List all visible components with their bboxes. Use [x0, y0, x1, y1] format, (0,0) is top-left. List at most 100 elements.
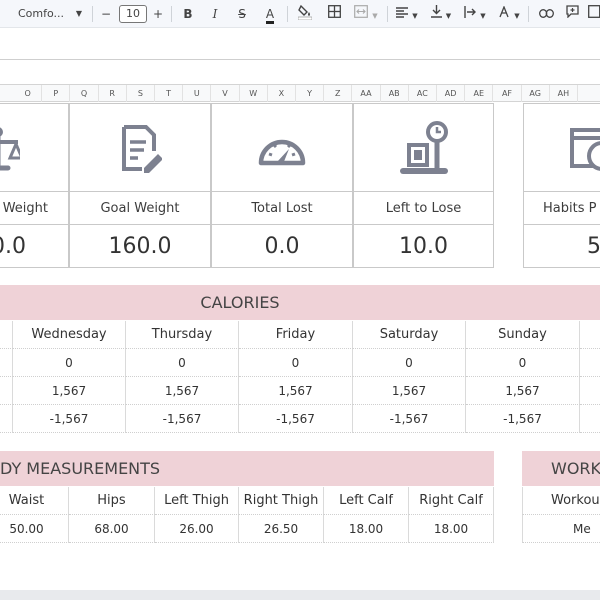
column-header[interactable]: U — [183, 85, 212, 102]
column-header[interactable]: R — [99, 85, 127, 102]
font-size-input[interactable]: 10 — [119, 5, 147, 23]
sheet-bottom-bar — [0, 590, 600, 600]
borders-icon[interactable] — [325, 4, 343, 24]
calorie-cell[interactable] — [0, 377, 13, 405]
chevron-down-icon: ▼ — [75, 9, 82, 18]
formula-area — [0, 28, 600, 60]
day-header[interactable]: Saturday — [353, 321, 466, 349]
workout-row: Me — [0, 515, 600, 543]
column-header[interactable]: AC — [409, 85, 437, 102]
decrease-font-size-button[interactable]: − — [99, 4, 113, 24]
column-header[interactable]: V — [211, 85, 240, 102]
calorie-cell[interactable]: -1,567 — [466, 405, 580, 433]
column-header[interactable]: P — [42, 85, 71, 102]
calorie-cell[interactable] — [0, 349, 13, 377]
calorie-cell[interactable]: 1,567 — [13, 377, 126, 405]
calorie-cell[interactable] — [0, 405, 13, 433]
calorie-cell[interactable]: -1,567 — [13, 405, 126, 433]
merge-cells-icon[interactable]: ▼ — [351, 4, 381, 24]
column-header[interactable]: AH — [550, 85, 578, 102]
stat-card: Weight0.0 — [0, 103, 69, 268]
calorie-cell[interactable]: 1,567 — [126, 377, 239, 405]
increase-font-size-button[interactable]: + — [151, 4, 165, 24]
calorie-cell[interactable] — [580, 405, 600, 433]
calorie-cell[interactable]: 1,567 — [239, 377, 353, 405]
toolbar-divider — [171, 6, 172, 22]
calorie-cell[interactable]: 0 — [466, 349, 580, 377]
workout-cell[interactable]: Me — [522, 515, 600, 543]
stat-value[interactable]: 0.0 — [212, 227, 352, 267]
day-header[interactable]: Sunday — [466, 321, 580, 349]
document-edit-icon — [70, 114, 210, 184]
day-header[interactable]: Friday — [239, 321, 353, 349]
calories-title: CALORIES — [200, 293, 280, 312]
calendar-clock-icon — [524, 114, 600, 184]
stat-value[interactable]: 160.0 — [70, 227, 210, 267]
column-header[interactable]: W — [240, 85, 268, 102]
calories-banner: CALORIES — [0, 285, 600, 320]
horizontal-align-icon[interactable]: ▼ — [394, 4, 420, 24]
stat-value[interactable]: 5 — [524, 227, 600, 267]
insert-chart-icon[interactable] — [588, 4, 600, 24]
spreadsheet-window: Comfo... ▼ − 10 + B I S A ▼ ▼ ▼ ▼ ▼ O P … — [0, 0, 600, 600]
column-header[interactable]: Z — [324, 85, 353, 102]
column-header[interactable]: AA — [352, 85, 381, 102]
day-header[interactable] — [580, 321, 600, 349]
toolbar-divider — [387, 6, 388, 22]
fill-color-icon[interactable] — [296, 4, 314, 24]
toolbar-divider — [528, 6, 529, 22]
toolbar-divider — [287, 6, 288, 22]
calorie-cell[interactable] — [580, 349, 600, 377]
formatting-toolbar: Comfo... ▼ − 10 + B I S A ▼ ▼ ▼ ▼ ▼ — [0, 0, 600, 28]
insert-link-icon[interactable] — [536, 4, 556, 24]
text-wrapping-icon[interactable]: ▼ — [462, 4, 488, 24]
text-color-button[interactable]: A — [261, 4, 279, 24]
column-header[interactable]: T — [155, 85, 184, 102]
column-header[interactable]: Q — [70, 85, 99, 102]
calorie-cell[interactable]: -1,567 — [353, 405, 466, 433]
column-header[interactable]: AE — [465, 85, 494, 102]
stat-label: Total Lost — [212, 191, 352, 225]
bold-button[interactable]: B — [180, 4, 196, 24]
font-family-dropdown[interactable]: Comfo... ▼ — [6, 4, 86, 24]
column-header[interactable]: AB — [381, 85, 409, 102]
day-header[interactable] — [0, 321, 13, 349]
workout-header-row: Workou — [0, 487, 600, 515]
day-header[interactable]: Thursday — [126, 321, 239, 349]
day-header[interactable]: Wednesday — [13, 321, 126, 349]
weigh-station-icon — [354, 114, 493, 184]
column-header[interactable]: AF — [493, 85, 522, 102]
stat-label: Left to Lose — [354, 191, 493, 225]
scale-icon — [0, 114, 68, 184]
calorie-cell[interactable]: 0 — [126, 349, 239, 377]
column-header[interactable]: AD — [437, 85, 466, 102]
toolbar-divider — [92, 6, 93, 22]
column-header[interactable]: X — [268, 85, 296, 102]
column-header[interactable]: S — [127, 85, 155, 102]
vertical-align-icon[interactable]: ▼ — [428, 4, 454, 24]
italic-button[interactable]: I — [207, 4, 223, 24]
font-family-value: Comfo... — [18, 7, 65, 20]
calorie-cell[interactable]: 0 — [239, 349, 353, 377]
stat-label: Goal Weight — [70, 191, 210, 225]
insert-comment-icon[interactable] — [563, 4, 581, 24]
stat-value[interactable]: 10.0 — [354, 227, 493, 267]
calorie-cell[interactable]: 1,567 — [466, 377, 580, 405]
measurements-title: DY MEASUREMENTS — [0, 459, 161, 478]
text-rotation-icon[interactable]: ▼ — [496, 4, 522, 24]
calorie-cell[interactable]: 0 — [13, 349, 126, 377]
calorie-cell[interactable] — [580, 377, 600, 405]
column-header[interactable]: O — [14, 85, 43, 102]
calories-header-row: Wednesday Thursday Friday Saturday Sunday — [0, 321, 600, 349]
stat-value[interactable]: 0.0 — [0, 227, 68, 267]
calorie-cell[interactable]: 0 — [353, 349, 466, 377]
stat-card: Goal Weight 160.0 — [69, 103, 211, 268]
calorie-cell[interactable]: -1,567 — [126, 405, 239, 433]
strikethrough-button[interactable]: S — [234, 4, 250, 24]
column-header[interactable]: AG — [522, 85, 550, 102]
measurements-banner: DY MEASUREMENTS — [0, 451, 494, 486]
calorie-cell[interactable]: 1,567 — [353, 377, 466, 405]
workout-header[interactable]: Workou — [522, 487, 600, 515]
column-header[interactable]: Y — [296, 85, 325, 102]
calorie-cell[interactable]: -1,567 — [239, 405, 353, 433]
